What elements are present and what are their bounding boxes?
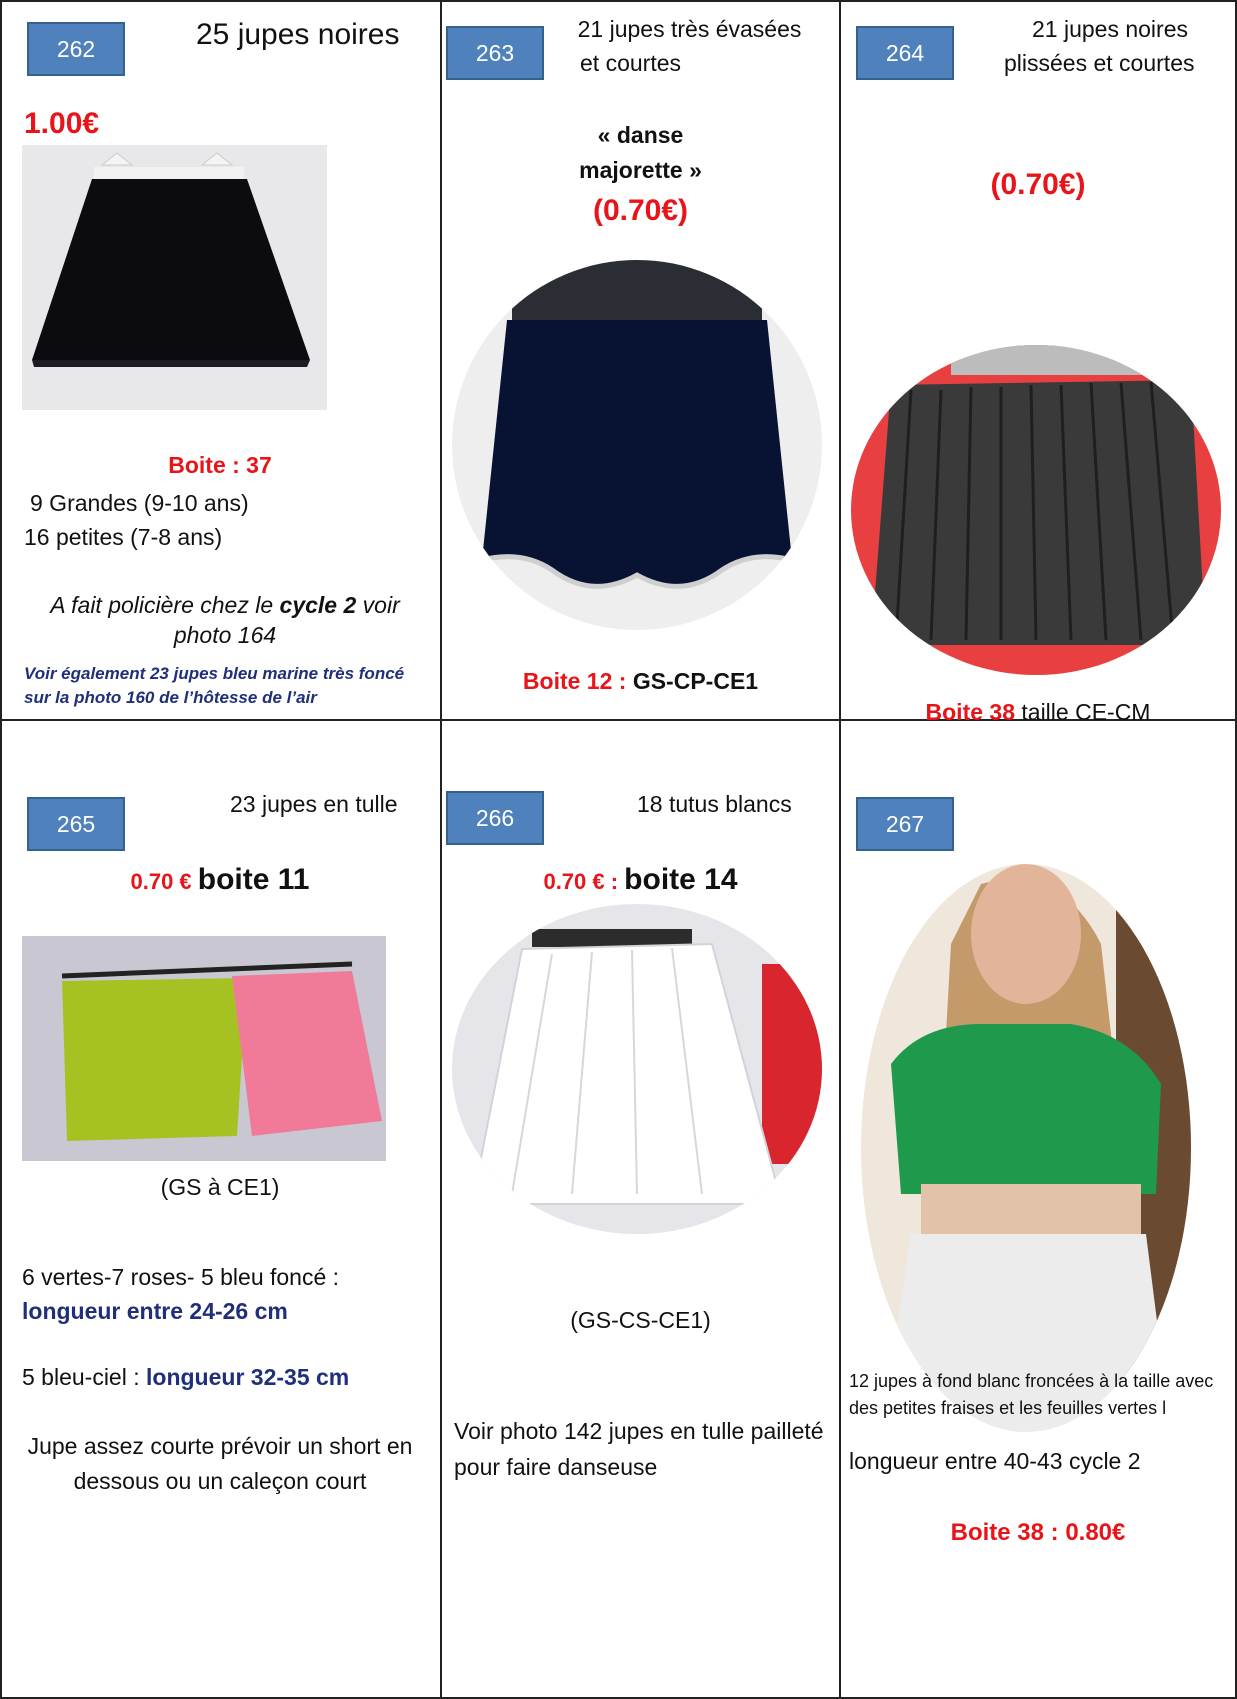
item-price: (0.70€) [592, 194, 689, 227]
item-length: longueur entre 40-43 cycle 2 [849, 1448, 1141, 1474]
item-box: Boite 38 : 0.80€ [950, 1519, 1126, 1546]
item-grade: (GS à CE1) [160, 1174, 280, 1200]
white-tutu-photo [452, 904, 822, 1234]
item-box: boite 11 [197, 863, 310, 896]
item-description: 12 jupes à fond blanc froncées à la tail… [849, 1371, 1214, 1418]
item-title: 23 jupes en tulle [230, 791, 398, 817]
catalog-table: 262 25 jupes noires 1.00€ Boite : 37 9 G… [0, 0, 1237, 1699]
item-note: Voir photo 142 jupes en tulle pailleté p… [454, 1418, 824, 1480]
item-box: Boite 12 : GS-CP-CE1 [442, 666, 839, 696]
item-note: A fait policière chez le cycle 2 voir ph… [20, 590, 430, 650]
item-grade: (GS-CS-CE1) [570, 1307, 711, 1333]
item-price: 1.00€ [24, 107, 100, 140]
note-text-bold: cycle 2 [279, 592, 357, 618]
item-sky: 5 bleu-ciel : longueur 32-35 cm [22, 1362, 349, 1392]
item-number-badge: 264 [856, 26, 954, 80]
item-box: Boite : 37 [168, 452, 272, 478]
black-skirt-photo [22, 145, 327, 410]
item-advice: Jupe assez courte prévoir un short en de… [27, 1433, 413, 1494]
item-length: longueur entre 24-26 cm [22, 1298, 288, 1324]
item-length: longueur 32-35 cm [146, 1364, 350, 1390]
item-price-line: 0.70 € boite 11 [0, 861, 440, 901]
item-price: 0.70 € [130, 869, 198, 894]
item-cell-267: 267 12 jupes à fond blanc froncées à la … [841, 721, 1235, 1697]
item-title: plissées et courtes [1004, 50, 1195, 76]
child-wearing-skirt-photo [861, 864, 1191, 1432]
item-price: 0.70 € : [543, 869, 625, 894]
item-small-note: Voir également 23 jupes bleu marine très… [24, 664, 405, 707]
item-title: 18 tutus blancs [637, 791, 792, 817]
item-subtitle: « danse [597, 122, 684, 148]
item-subtitle: majorette » [579, 157, 702, 183]
item-line: 9 Grandes (9-10 ans) [30, 490, 249, 516]
item-number-badge: 263 [446, 26, 544, 80]
item-number-badge: 262 [27, 22, 125, 76]
item-price: (0.70€) [990, 168, 1086, 201]
tulle-skirts-photo [22, 936, 386, 1161]
item-line: 16 petites (7-8 ans) [24, 524, 223, 550]
item-cell-262: 262 25 jupes noires 1.00€ Boite : 37 9 G… [0, 0, 440, 719]
item-cell-263: 263 21 jupes très évasées et courtes « d… [442, 0, 839, 719]
item-number-badge: 265 [27, 797, 125, 851]
sky-label: 5 bleu-ciel : [22, 1364, 147, 1390]
box-label: Boite 12 : [522, 668, 633, 694]
item-price-line: 0.70 € : boite 14 [442, 861, 839, 901]
note-text: A fait policière chez le [50, 592, 280, 618]
box-value: GS-CP-CE1 [632, 668, 759, 694]
item-number-badge: 266 [446, 791, 544, 845]
item-box: boite 14 [624, 863, 738, 896]
item-colors: 6 vertes-7 roses- 5 bleu foncé : [22, 1264, 340, 1290]
item-title: et courtes [580, 50, 681, 76]
item-cell-266: 266 18 tutus blancs 0.70 € : boite 14 (G… [442, 721, 839, 1697]
item-cell-264: 264 21 jupes noires plissées et courtes … [841, 0, 1235, 725]
item-number-badge: 267 [856, 797, 954, 851]
pleated-skirt-photo [851, 345, 1221, 675]
navy-flared-skirt-photo [452, 260, 822, 630]
item-title: 25 jupes noires [196, 18, 400, 51]
item-title: 21 jupes très évasées [577, 16, 802, 42]
item-cell-265: 265 23 jupes en tulle 0.70 € boite 11 (G… [0, 721, 440, 1697]
item-title: 21 jupes noires [1032, 16, 1188, 42]
